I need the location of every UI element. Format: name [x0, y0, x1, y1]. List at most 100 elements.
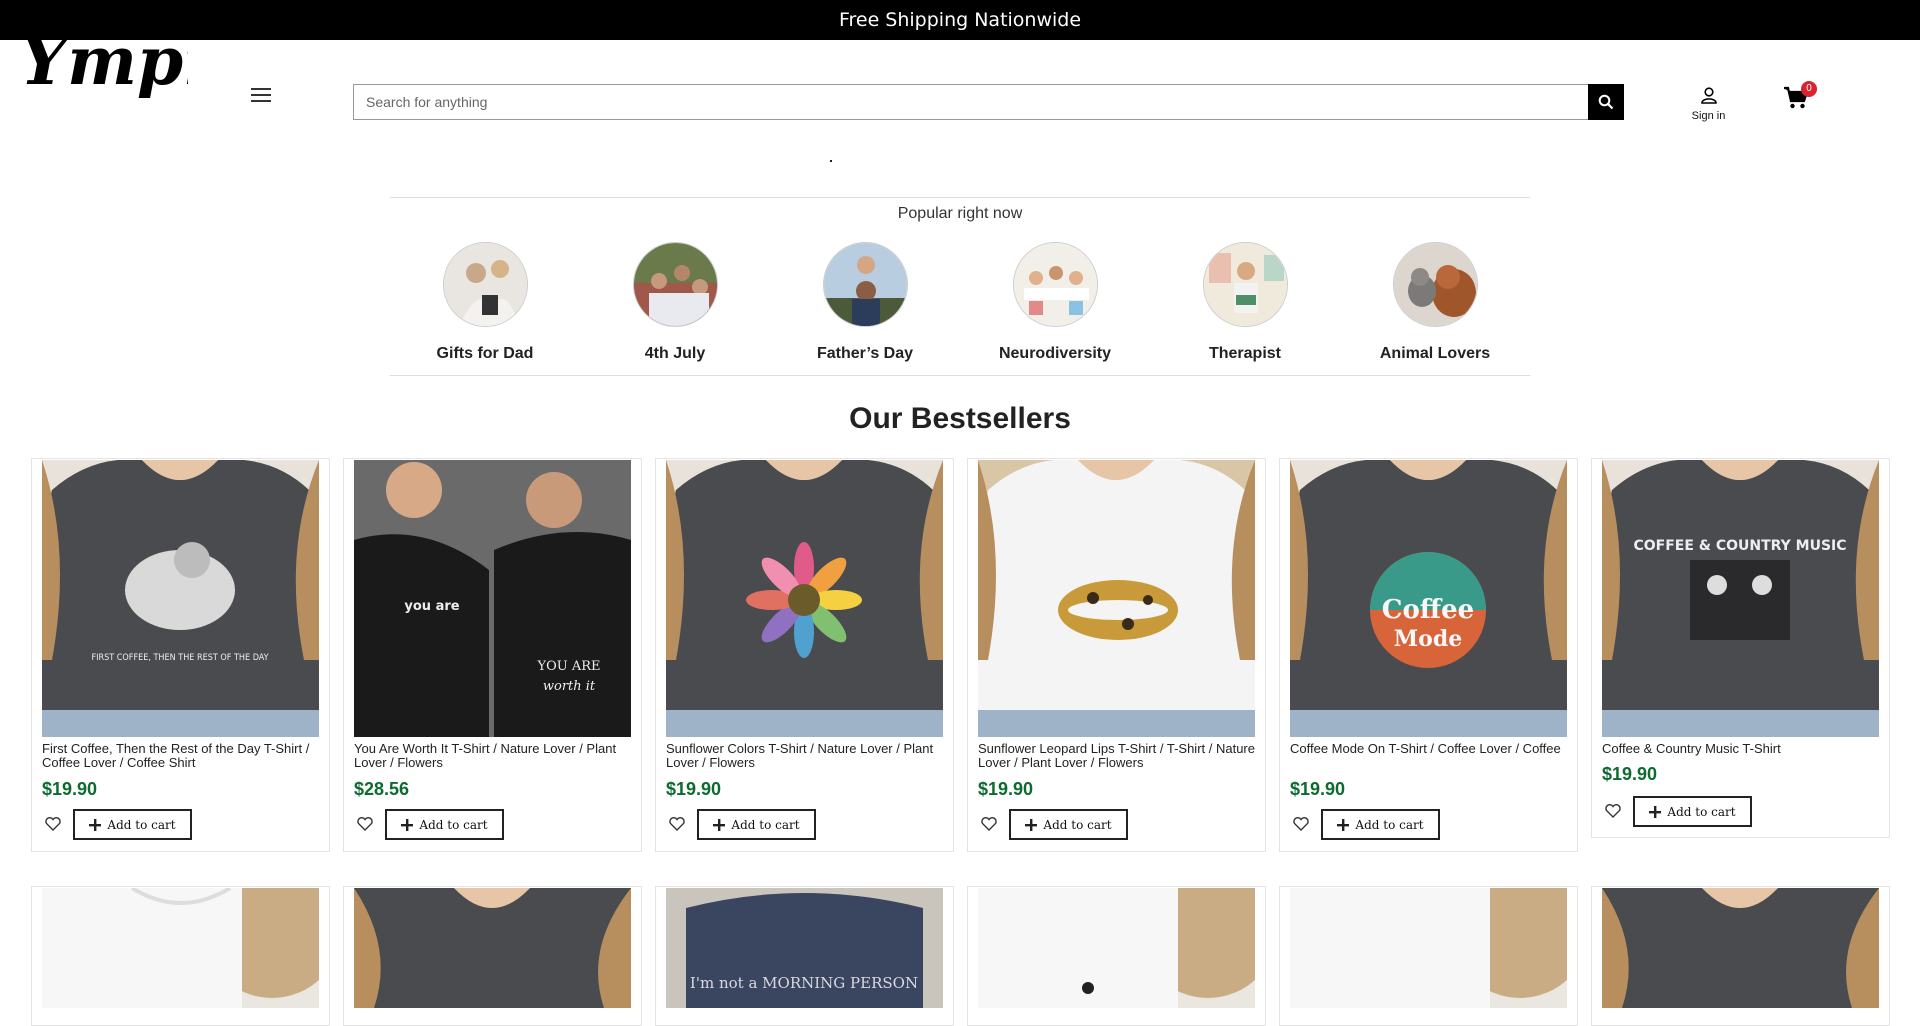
category-label: Neurodiversity: [998, 345, 1112, 362]
svg-text:you are: you are: [404, 599, 459, 614]
product-card[interactable]: COFFEE & COUNTRY MUSIC Coffee & Country M…: [1591, 458, 1890, 838]
sign-in-link[interactable]: Sign in: [1686, 86, 1731, 122]
search-bar: [353, 84, 1624, 120]
plus-icon: [89, 818, 102, 831]
popular-title: Popular right now: [897, 205, 1023, 222]
add-to-cart-button[interactable]: Add to cart: [1633, 796, 1752, 827]
product-title[interactable]: Coffee Mode On T-Shirt / Coffee Lover / …: [1290, 742, 1570, 756]
product-price: $19.90: [1602, 764, 1658, 784]
product-title[interactable]: Sunflower Colors T-Shirt / Nature Lover …: [666, 742, 946, 770]
search-input[interactable]: [354, 85, 1623, 119]
bestsellers-title: Our Bestsellers: [849, 402, 1071, 435]
svg-text:Mode: Mode: [1394, 626, 1462, 652]
logo-wordmark: Ympri: [20, 22, 243, 100]
plus-icon: [1025, 818, 1038, 831]
add-to-cart-label: Add to cart: [1043, 817, 1112, 832]
category-image: [1202, 242, 1288, 327]
product-card[interactable]: [31, 886, 330, 1026]
category-animal-lovers[interactable]: Animal Lovers: [1340, 242, 1530, 363]
product-image[interactable]: Coffee Mode: [1290, 460, 1567, 737]
product-card[interactable]: Coffee Mode Coffee Mode On T-Shirt / Coffe…: [1279, 458, 1578, 852]
wishlist-heart-icon[interactable]: [356, 815, 376, 835]
product-price: $19.90: [1290, 779, 1346, 799]
product-title[interactable]: Sunflower Leopard Lips T-Shirt / T-Shirt…: [978, 742, 1258, 770]
add-to-cart-button[interactable]: Add to cart: [73, 809, 192, 840]
product-card[interactable]: FIRST COFFEE, THEN THE REST OF THE DAY Fi…: [31, 458, 330, 852]
product-image[interactable]: [666, 460, 943, 737]
sign-in-label: Sign in: [1691, 110, 1726, 122]
add-to-cart-button[interactable]: Add to cart: [385, 809, 504, 840]
product-image[interactable]: [354, 888, 631, 1008]
product-card[interactable]: [1279, 886, 1578, 1026]
category-4th-july[interactable]: 4th July: [580, 242, 770, 363]
svg-text:Coffee: Coffee: [1382, 595, 1474, 625]
product-image[interactable]: [978, 888, 1255, 1008]
svg-text:I'm not a MORNING PERSON: I'm not a MORNING PERSON: [690, 974, 918, 992]
product-card[interactable]: you are YOU ARE worth it You Are Worth It T…: [343, 458, 642, 852]
product-card[interactable]: [1591, 886, 1890, 1026]
product-title[interactable]: Coffee & Country Music T-Shirt: [1602, 742, 1882, 756]
user-icon: [1700, 87, 1717, 104]
hamburger-menu-icon[interactable]: [251, 88, 271, 104]
wishlist-heart-icon[interactable]: [980, 815, 1000, 835]
svg-text:Ympri: Ympri: [20, 22, 188, 100]
wishlist-heart-icon[interactable]: [1604, 802, 1624, 822]
cart-count-badge: 0: [1801, 81, 1817, 97]
add-to-cart-label: Add to cart: [731, 817, 800, 832]
svg-text:FIRST COFFEE, THEN THE REST OF: FIRST COFFEE, THEN THE REST OF THE DAY: [91, 653, 268, 663]
product-image[interactable]: I'm not a MORNING PERSON: [666, 888, 943, 1008]
search-icon: [1598, 94, 1614, 110]
product-card[interactable]: [343, 886, 642, 1026]
announcement-text: Free Shipping Nationwide: [838, 9, 1082, 31]
product-card[interactable]: Sunflower Colors T-Shirt / Nature Lover …: [655, 458, 954, 852]
add-to-cart-label: Add to cart: [107, 817, 176, 832]
product-price: $19.90: [666, 779, 722, 799]
category-fathers-day[interactable]: Father’s Day: [770, 242, 960, 363]
product-title[interactable]: First Coffee, Then the Rest of the Day T…: [42, 742, 322, 770]
product-card[interactable]: Sunflower Leopard Lips T-Shirt / T-Shirt…: [967, 458, 1266, 852]
category-gifts-for-dad[interactable]: Gifts for Dad: [390, 242, 580, 363]
wishlist-heart-icon[interactable]: [44, 815, 64, 835]
product-image[interactable]: FIRST COFFEE, THEN THE REST OF THE DAY: [42, 460, 319, 737]
product-title[interactable]: You Are Worth It T-Shirt / Nature Lover …: [354, 742, 634, 770]
category-label: Gifts for Dad: [436, 345, 534, 362]
category-label: 4th July: [644, 345, 706, 362]
product-image[interactable]: you are YOU ARE worth it: [354, 460, 631, 737]
add-to-cart-button[interactable]: Add to cart: [1321, 809, 1440, 840]
add-to-cart-button[interactable]: Add to cart: [1009, 809, 1128, 840]
plus-icon: [713, 818, 726, 831]
svg-text:worth it: worth it: [543, 679, 596, 694]
category-neurodiversity[interactable]: Neurodiversity: [960, 242, 1150, 363]
announcement-bar: Free Shipping Nationwide: [0, 0, 1920, 40]
product-price: $28.56: [354, 779, 410, 799]
wishlist-heart-icon[interactable]: [668, 815, 688, 835]
product-image[interactable]: [978, 460, 1255, 737]
search-button[interactable]: [1588, 84, 1624, 120]
product-price: $19.90: [42, 779, 98, 799]
plus-icon: [1649, 805, 1662, 818]
add-to-cart-label: Add to cart: [419, 817, 488, 832]
product-card[interactable]: [967, 886, 1266, 1026]
category-image: [1392, 242, 1478, 327]
brand-logo[interactable]: Ympri: [18, 16, 243, 110]
product-image[interactable]: [1602, 888, 1879, 1008]
wishlist-heart-icon[interactable]: [1292, 815, 1312, 835]
plus-icon: [1337, 818, 1350, 831]
product-price: $19.90: [978, 779, 1034, 799]
product-image[interactable]: [1290, 888, 1567, 1008]
category-label: Animal Lovers: [1379, 345, 1491, 362]
product-card[interactable]: I'm not a MORNING PERSON: [655, 886, 954, 1026]
product-image[interactable]: [42, 888, 319, 1008]
category-label: Therapist: [1208, 345, 1281, 362]
category-label: Father’s Day: [816, 345, 914, 362]
add-to-cart-button[interactable]: Add to cart: [697, 809, 816, 840]
category-therapist[interactable]: Therapist: [1150, 242, 1340, 363]
divider-dot: [830, 160, 832, 162]
svg-text:YOU ARE: YOU ARE: [537, 659, 601, 674]
add-to-cart-label: Add to cart: [1667, 804, 1736, 819]
category-image: [822, 242, 908, 327]
cart-button[interactable]: 0: [1783, 81, 1817, 116]
svg-text:COFFEE & COUNTRY MUSIC: COFFEE & COUNTRY MUSIC: [1633, 538, 1846, 554]
plus-icon: [401, 818, 414, 831]
product-image[interactable]: COFFEE & COUNTRY MUSIC: [1602, 460, 1879, 737]
